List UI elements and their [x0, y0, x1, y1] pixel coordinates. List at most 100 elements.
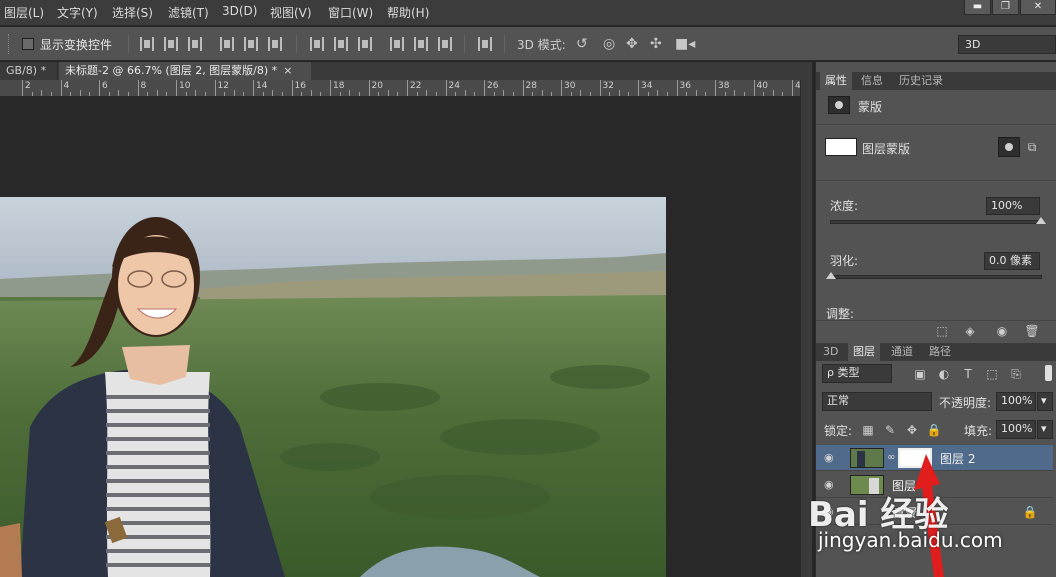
mode3d-label: 3D 模式: — [517, 38, 566, 52]
auto-align-icon[interactable] — [478, 37, 492, 51]
filter-smart-icon[interactable]: ⎘ — [1008, 367, 1024, 381]
scale-3d-icon[interactable]: ■◂ — [675, 36, 695, 52]
ruler-minor-tick — [666, 92, 668, 96]
load-selection-icon[interactable]: ⬚ — [934, 324, 950, 338]
distribute-hcenter-icon[interactable] — [414, 37, 428, 51]
lock-all-icon[interactable]: 🔒 — [926, 423, 942, 437]
align-left-icon[interactable] — [220, 37, 234, 51]
drag-3d-icon[interactable]: ✥ — [626, 36, 638, 52]
feather-slider[interactable] — [830, 275, 1042, 279]
photo-canvas[interactable] — [0, 197, 666, 577]
density-slider-thumb[interactable] — [1036, 217, 1046, 224]
tab-properties[interactable]: 属性 — [820, 72, 852, 90]
align-vcenter-icon[interactable] — [164, 37, 178, 51]
filter-toggle[interactable] — [1045, 365, 1052, 381]
tab-3d[interactable]: 3D — [818, 343, 843, 361]
rotate-3d-icon[interactable]: ↺ — [576, 36, 588, 52]
feather-slider-thumb[interactable] — [826, 272, 836, 279]
vector-mask-icon[interactable]: ⧉ — [1024, 140, 1040, 154]
align-top-icon[interactable] — [140, 37, 154, 51]
distribute-right-icon[interactable] — [438, 37, 452, 51]
chain-link-icon[interactable]: ∞ — [887, 452, 895, 463]
density-slider[interactable] — [830, 220, 1042, 224]
restore-icon[interactable]: ❐ — [992, 0, 1019, 15]
ruler-minor-tick — [464, 90, 466, 96]
canvas-area[interactable] — [0, 97, 800, 577]
watermark-url: jingyan.baidu.com — [818, 528, 1003, 552]
ruler-minor-tick — [628, 92, 630, 96]
layer-mask-swatch[interactable] — [825, 138, 857, 156]
ruler-minor-tick — [657, 90, 659, 96]
ruler-minor-tick — [127, 92, 129, 96]
distribute-vcenter-icon[interactable] — [334, 37, 348, 51]
ruler-tick-label: 4 — [63, 81, 70, 91]
tab-paths[interactable]: 路径 — [924, 343, 956, 361]
distribute-bottom-icon[interactable] — [358, 37, 372, 51]
distribute-top-icon[interactable] — [310, 37, 324, 51]
menu-bar: 图层(L) 文字(Y) 选择(S) 滤镜(T) 3D(D) 视图(V) 窗口(W… — [0, 0, 1056, 26]
separator — [128, 35, 129, 53]
filter-pixel-icon[interactable]: ▣ — [912, 367, 928, 381]
lock-transparent-icon[interactable]: ▦ — [860, 423, 876, 437]
tab-info[interactable]: 信息 — [856, 72, 888, 90]
blend-mode-dropdown[interactable]: 正常 — [822, 392, 932, 411]
opacity-field[interactable]: 100% — [996, 392, 1036, 411]
trash-icon[interactable]: 🗑 — [1024, 324, 1040, 338]
opacity-dropdown-button[interactable]: ▾ — [1037, 392, 1053, 411]
tab-channels[interactable]: 通道 — [886, 343, 918, 361]
fill-dropdown-button[interactable]: ▾ — [1037, 420, 1053, 439]
minimize-icon[interactable]: ▬ — [964, 0, 991, 15]
ruler-minor-tick — [70, 92, 72, 96]
close-tab-icon[interactable]: × — [283, 62, 292, 80]
tab-document-2[interactable]: 未标题-2 @ 66.7% (图层 2, 图层蒙版/8) * × — [59, 62, 311, 80]
ruler-minor-tick — [541, 90, 543, 96]
ruler-major-tick — [445, 80, 447, 96]
ruler-minor-tick — [686, 92, 688, 96]
menu-select[interactable]: 选择(S) — [112, 4, 153, 21]
ruler-minor-tick — [233, 90, 235, 96]
ruler-tick-label: 34 — [641, 81, 653, 91]
pixel-mask-button[interactable] — [998, 137, 1020, 157]
lock-image-icon[interactable]: ✎ — [882, 423, 898, 437]
ruler-minor-tick — [79, 90, 81, 96]
menu-window[interactable]: 窗口(W) — [328, 4, 373, 21]
distribute-left-icon[interactable] — [390, 37, 404, 51]
roll-3d-icon[interactable]: ◎ — [603, 36, 615, 52]
menu-view[interactable]: 视图(V) — [270, 4, 312, 21]
ruler-minor-tick — [503, 90, 505, 96]
3d-workspace-dropdown[interactable]: 3D — [958, 35, 1056, 54]
visibility-icon[interactable]: ◉ — [994, 324, 1010, 338]
filter-adjust-icon[interactable]: ◐ — [936, 367, 952, 381]
horizontal-ruler: 24681012141618202224262830323436384042 — [0, 80, 800, 97]
show-transform-checkbox[interactable] — [22, 38, 34, 50]
density-field[interactable]: 100% — [986, 197, 1040, 215]
ruler-minor-tick — [705, 92, 707, 96]
tab-history[interactable]: 历史记录 — [894, 72, 948, 90]
menu-help[interactable]: 帮助(H) — [387, 4, 429, 21]
lock-position-icon[interactable]: ✥ — [904, 423, 920, 437]
menu-layer[interactable]: 图层(L) — [4, 4, 44, 21]
ruler-tick-label: 8 — [140, 81, 147, 91]
menu-3d[interactable]: 3D(D) — [222, 4, 257, 18]
filter-shape-icon[interactable]: ⬚ — [984, 367, 1000, 381]
align-bottom-icon[interactable] — [188, 37, 202, 51]
layer-filter-dropdown[interactable]: ρ 类型 — [822, 364, 892, 383]
align-hcenter-icon[interactable] — [244, 37, 258, 51]
tab-document-1[interactable]: GB/8) * — [0, 62, 58, 80]
tab-layers[interactable]: 图层 — [848, 343, 880, 361]
ruler-minor-tick — [301, 92, 303, 96]
slide-3d-icon[interactable]: ✣ — [650, 36, 662, 52]
menu-type[interactable]: 文字(Y) — [57, 4, 98, 21]
menu-filter[interactable]: 滤镜(T) — [168, 4, 209, 21]
feather-field[interactable]: 0.0 像素 — [984, 252, 1040, 270]
close-icon[interactable]: ✕ — [1020, 0, 1056, 15]
fill-field[interactable]: 100% — [996, 420, 1036, 439]
ruler-minor-tick — [435, 92, 437, 96]
align-right-icon[interactable] — [268, 37, 282, 51]
eye-icon[interactable]: ◉ — [824, 451, 834, 464]
apply-mask-icon[interactable]: ◈ — [962, 324, 978, 338]
filter-type-icon[interactable]: T — [960, 367, 976, 381]
ruler-tick-label: 12 — [217, 81, 229, 91]
ruler-minor-tick — [647, 92, 649, 96]
ruler-tick-label: 28 — [525, 81, 537, 91]
